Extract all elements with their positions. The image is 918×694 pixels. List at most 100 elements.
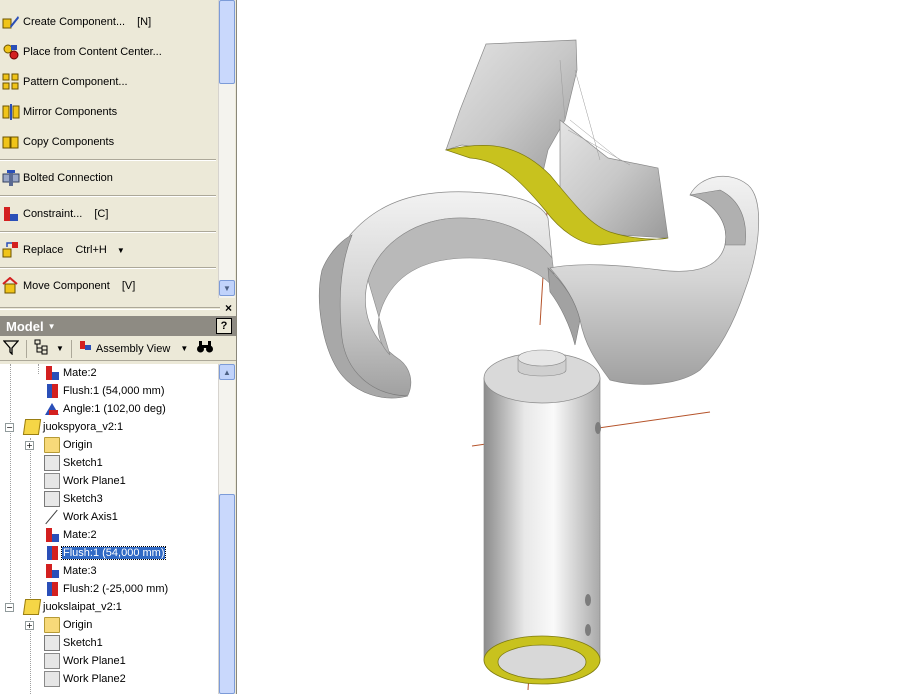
collapse-toggle[interactable]: − — [5, 603, 14, 612]
tree-node-label: Flush:2 (-25,000 mm) — [63, 583, 169, 595]
mirror-components-button[interactable]: Mirror Components — [0, 98, 216, 126]
create-component-button[interactable]: Create Component... [N] — [0, 8, 216, 36]
angle-constraint-icon — [44, 401, 60, 417]
move-component-icon — [2, 276, 20, 295]
chevron-down-icon[interactable]: ▼ — [48, 322, 56, 331]
command-label: Constraint... — [23, 208, 83, 220]
expand-toggle[interactable]: + — [25, 441, 34, 450]
close-icon[interactable]: × — [225, 301, 232, 315]
panel-bar: Create Component... [N] Place from Conte… — [0, 0, 236, 300]
tree-node-sketch[interactable]: Sketch3 — [44, 490, 104, 508]
tree-node-label: Origin — [63, 619, 93, 631]
scrollbar-thumb[interactable] — [219, 0, 235, 84]
tree-node-mate[interactable]: Mate:2 — [44, 364, 98, 382]
tree-node-label: Flush:1 (54,000 mm) — [60, 546, 167, 560]
assembly-view-dropdown[interactable]: Assembly View ▼ — [76, 339, 191, 359]
command-label: Pattern Component... — [23, 76, 128, 88]
constraint-icon — [2, 205, 20, 223]
hole — [595, 422, 601, 434]
tree-node-label: Sketch1 — [63, 637, 103, 649]
hole — [585, 624, 591, 636]
model-render — [318, 39, 760, 691]
collapse-toggle[interactable]: − — [5, 423, 14, 432]
tree-node-label: juokspyora_v2:1 — [43, 421, 124, 433]
bolted-connection-icon — [2, 169, 20, 187]
mirror-components-icon — [2, 103, 20, 121]
tree-node-label: Mate:2 — [63, 529, 97, 541]
separator — [0, 195, 216, 197]
pane-splitter[interactable]: × — [0, 300, 236, 316]
tree-node-sketch[interactable]: Sketch1 — [44, 634, 104, 652]
panel-bar-scrollbar[interactable]: ▼ — [218, 0, 235, 298]
part-icon — [22, 419, 42, 435]
dropdown-arrow-icon[interactable]: ▼ — [117, 246, 125, 255]
toolbar-separator — [26, 339, 27, 358]
find-button[interactable] — [193, 339, 217, 359]
tree-node-mate[interactable]: Mate:2 — [44, 526, 98, 544]
pattern-component-icon — [2, 73, 20, 91]
tree-node-part[interactable]: juokspyora_v2:1 — [22, 418, 124, 436]
tree-node-label: Work Axis1 — [63, 511, 118, 523]
copy-components-icon — [2, 133, 20, 151]
sketch-icon — [44, 455, 60, 471]
work-plane-icon — [44, 653, 60, 669]
scroll-up-button[interactable]: ▲ — [219, 364, 235, 380]
tree-node-angle[interactable]: Angle:1 (102,00 deg) — [44, 400, 167, 418]
pattern-component-button[interactable]: Pattern Component... — [0, 68, 216, 96]
tree-node-label: Flush:1 (54,000 mm) — [63, 385, 165, 397]
tree-node-work-axis[interactable]: Work Axis1 — [44, 508, 119, 526]
command-label: Move Component — [23, 280, 110, 292]
sketch-icon — [44, 491, 60, 507]
flush-constraint-icon — [44, 581, 60, 597]
graphics-viewport[interactable] — [238, 0, 918, 694]
tree-node-flush[interactable]: Flush:1 (54,000 mm) — [44, 382, 165, 400]
command-shortcut: [V] — [121, 280, 136, 292]
tree-node-origin[interactable]: Origin — [44, 436, 93, 454]
filter-icon — [2, 339, 20, 358]
replace-button[interactable]: Replace Ctrl+H ▼ — [0, 236, 216, 264]
filter-button[interactable] — [0, 339, 22, 359]
work-plane-icon — [44, 671, 60, 687]
move-component-button[interactable]: Move Component [V] — [0, 272, 216, 300]
tree-node-label: Angle:1 (102,00 deg) — [63, 403, 166, 415]
tree-node-work-plane[interactable]: Work Plane1 — [44, 472, 127, 490]
separator — [0, 231, 216, 233]
scrollbar-thumb[interactable] — [219, 494, 235, 694]
expand-toggle[interactable]: + — [25, 621, 34, 630]
hole — [585, 594, 591, 606]
work-axis-icon — [44, 509, 60, 525]
tree-node-label: Sketch3 — [63, 493, 103, 505]
tree-node-work-plane[interactable]: Work Plane2 — [44, 670, 127, 688]
chevron-down-icon: ▼ — [56, 344, 64, 353]
bolted-connection-button[interactable]: Bolted Connection — [0, 164, 216, 192]
help-button[interactable]: ? — [216, 318, 232, 334]
command-label: Place from Content Center... — [23, 46, 162, 58]
splitter-grip — [0, 307, 220, 310]
browser-header[interactable]: Model ▼ ? — [0, 316, 236, 336]
scroll-down-button[interactable]: ▼ — [219, 280, 235, 296]
create-component-icon — [2, 13, 20, 31]
toolbar-separator — [70, 339, 72, 358]
tree-node-flush-selected[interactable]: Flush:1 (54,000 mm) — [44, 544, 167, 562]
constraint-button[interactable]: Constraint... [C] — [0, 200, 216, 228]
tree-node-work-plane[interactable]: Work Plane1 — [44, 652, 127, 670]
tree-node-part[interactable]: juokslaipat_v2:1 — [22, 598, 123, 616]
separator — [0, 159, 216, 161]
browser-scrollbar[interactable]: ▲ — [218, 364, 235, 694]
tree-node-sketch[interactable]: Sketch1 — [44, 454, 104, 472]
browser-tree: Mate:2 Flush:1 (54,000 mm) Angle:1 (102,… — [0, 364, 218, 694]
content-center-icon — [2, 43, 20, 61]
flush-constraint-icon — [44, 545, 60, 561]
mate-constraint-icon — [44, 365, 60, 381]
folder-icon — [44, 617, 60, 633]
browser-title: Model — [6, 318, 44, 334]
flush-constraint-icon — [44, 383, 60, 399]
copy-components-button[interactable]: Copy Components — [0, 128, 216, 156]
command-label: Replace — [23, 244, 64, 256]
tree-node-origin[interactable]: Origin — [44, 616, 93, 634]
place-from-content-center-button[interactable]: Place from Content Center... — [0, 38, 216, 66]
tree-node-flush[interactable]: Flush:2 (-25,000 mm) — [44, 580, 169, 598]
tree-node-label: Mate:2 — [63, 367, 97, 379]
tree-options-button[interactable]: ▼ — [31, 339, 67, 359]
tree-node-mate[interactable]: Mate:3 — [44, 562, 98, 580]
